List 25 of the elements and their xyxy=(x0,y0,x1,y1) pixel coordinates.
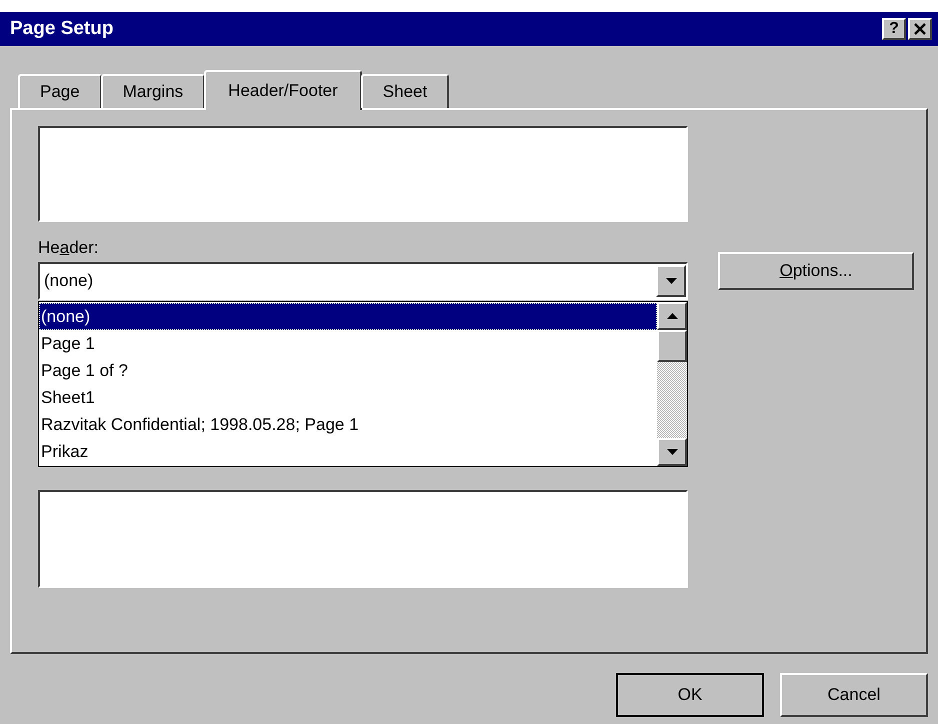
window-title: Page Setup xyxy=(10,18,114,40)
scroll-up-button[interactable] xyxy=(657,302,687,330)
caret-icon xyxy=(666,278,676,284)
dialog-button[interactable]: OK xyxy=(616,673,764,717)
options-button[interactable]: Options... xyxy=(718,252,914,290)
down-arrow-icon xyxy=(666,449,678,455)
up-arrow-icon xyxy=(666,313,678,319)
dropdown-button[interactable] xyxy=(656,265,686,297)
header-label: Header: xyxy=(38,238,100,258)
list-item[interactable]: (none) xyxy=(39,303,657,330)
tab[interactable]: Page xyxy=(18,74,102,108)
scroll-thumb[interactable] xyxy=(657,330,687,362)
list-item[interactable]: Page 1 xyxy=(39,330,657,357)
tab[interactable]: Header/Footer xyxy=(204,70,362,110)
list-item[interactable]: Sheet1 xyxy=(39,384,657,411)
tab[interactable]: Margins xyxy=(100,74,206,108)
list-item[interactable]: Prikaz xyxy=(39,438,657,465)
tab[interactable]: Sheet xyxy=(360,74,450,108)
close-icon xyxy=(914,23,926,35)
close-button[interactable] xyxy=(908,18,932,40)
list-item[interactable]: Page 1 of ? xyxy=(39,357,657,384)
help-button[interactable]: ? xyxy=(882,18,906,40)
list-item[interactable]: Razvitak Confidential; 1998.05.28; Page 1 xyxy=(39,411,657,438)
scroll-down-button[interactable] xyxy=(657,438,687,466)
dialog-button[interactable]: Cancel xyxy=(780,673,928,717)
